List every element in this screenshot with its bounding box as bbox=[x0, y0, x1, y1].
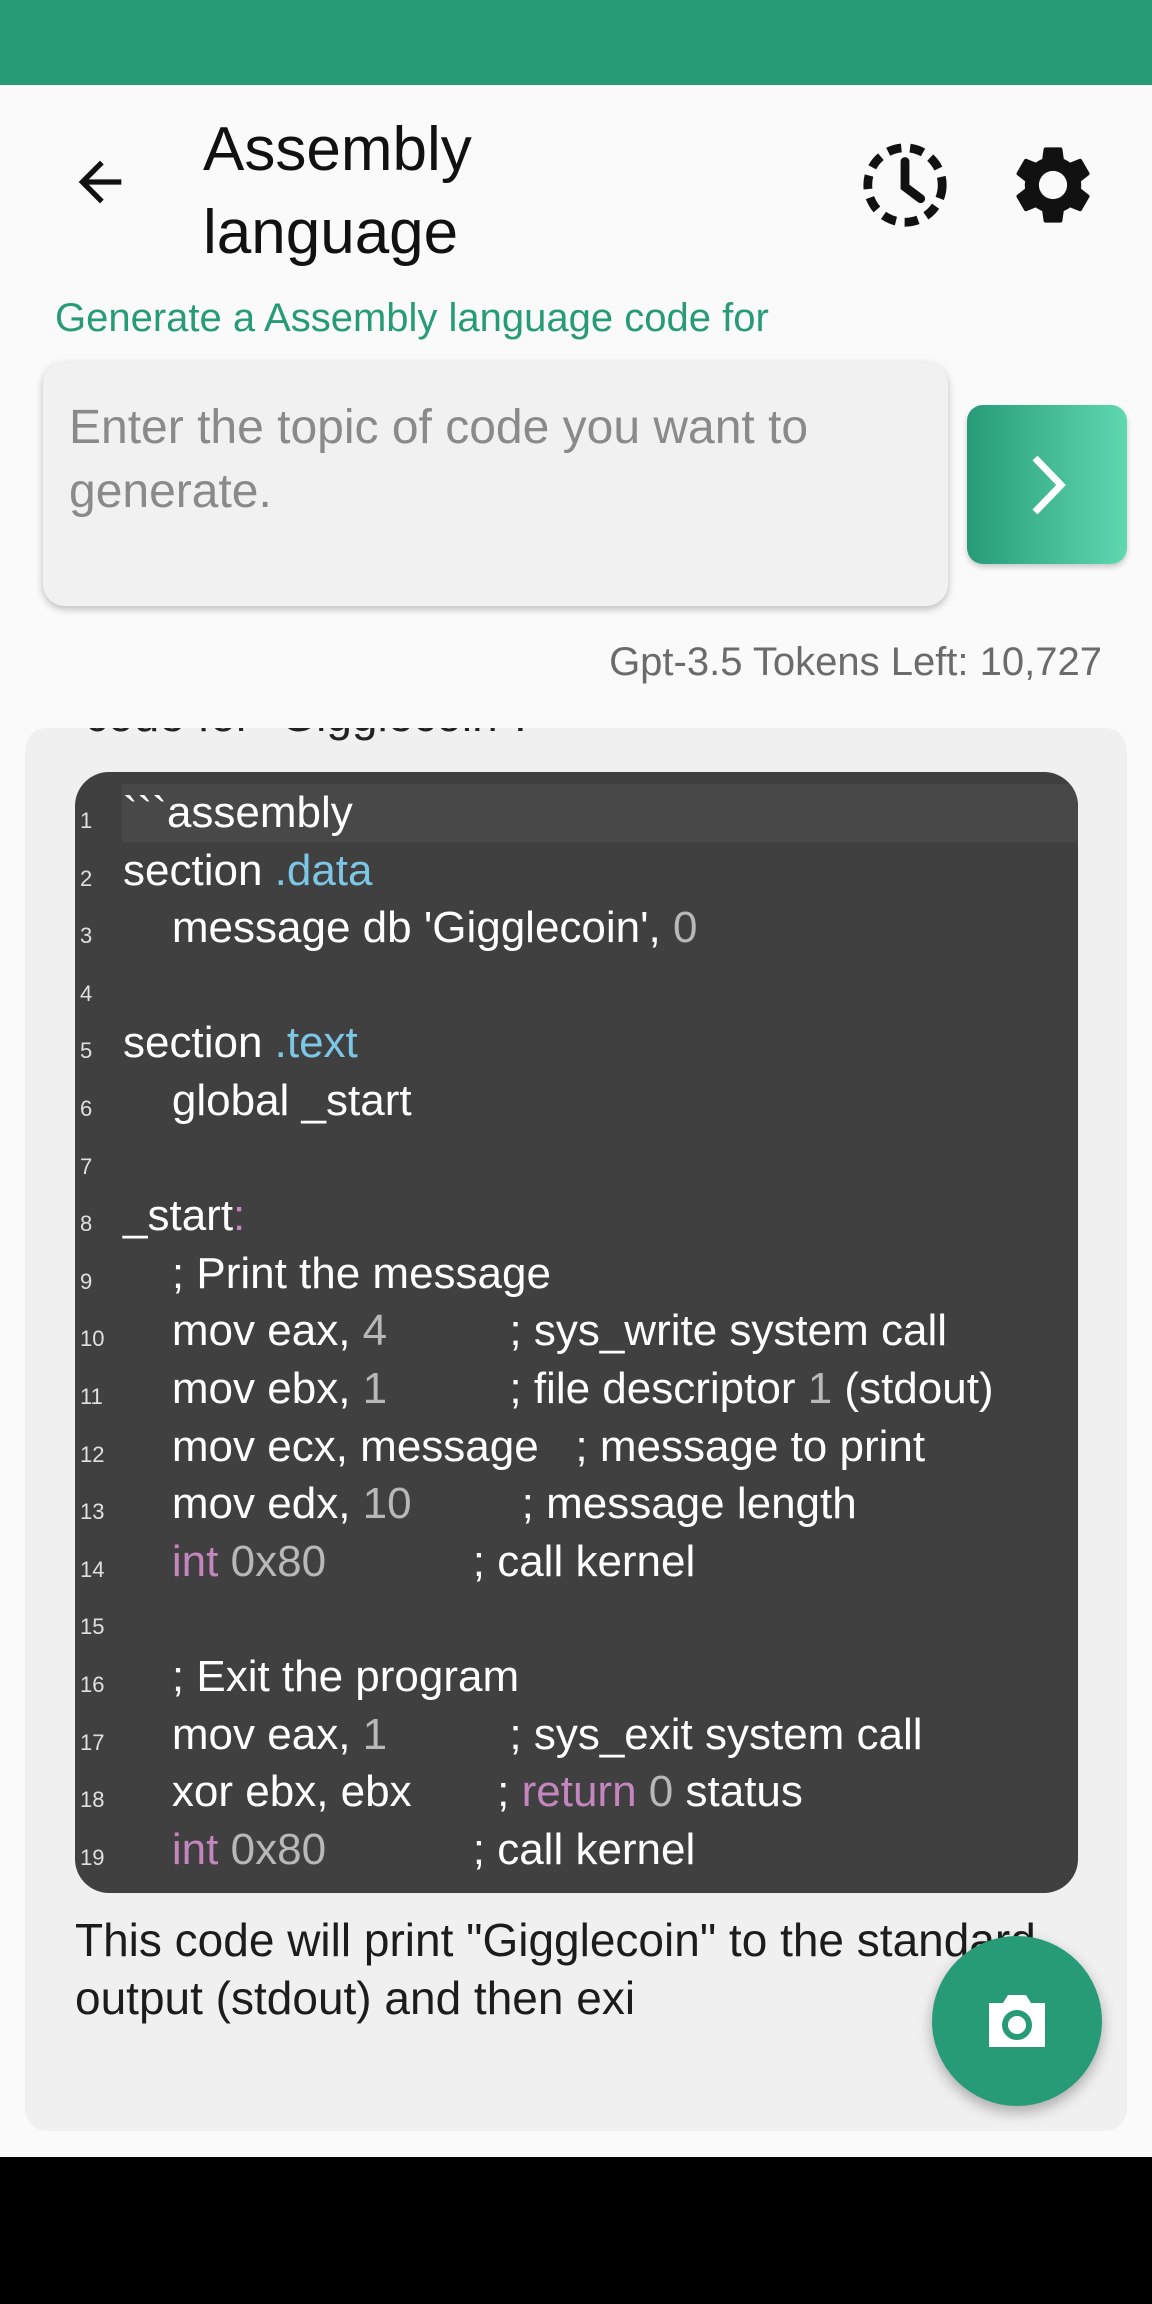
camera-icon bbox=[989, 1995, 1045, 2047]
screenshot-button[interactable] bbox=[932, 1936, 1102, 2106]
code-token: : bbox=[233, 1191, 246, 1241]
code-token: 1 bbox=[362, 1363, 388, 1413]
status-bar bbox=[0, 0, 1152, 85]
code-line: 1 1 mov ebx, 1 ; file descriptor 1 (stdou… bbox=[75, 1360, 1078, 1418]
code-token: 0 bbox=[672, 903, 698, 953]
code-token: ; call kernel bbox=[326, 1536, 696, 1586]
page-title: Assembly language bbox=[203, 115, 472, 267]
code-line: 17 mov eax, 1 ; sys_exit system call bbox=[75, 1706, 1078, 1764]
response-card: code for "Gigglecoin": 1```assembly2sect… bbox=[25, 728, 1127, 2131]
code-token: 0 bbox=[648, 1767, 674, 1817]
code-text: section .text bbox=[123, 1014, 358, 1072]
send-button[interactable] bbox=[967, 405, 1127, 564]
code-text: _start: bbox=[123, 1187, 245, 1245]
code-token: ; sys_write system call bbox=[387, 1306, 948, 1356]
arrow-left-icon bbox=[78, 160, 122, 204]
code-token: section bbox=[123, 1018, 275, 1068]
code-token: .text bbox=[274, 1018, 358, 1068]
code-token: ; Print the message bbox=[123, 1248, 551, 1298]
code-token: section bbox=[123, 845, 275, 895]
line-number: 19 bbox=[80, 1844, 105, 1870]
code-token: mov eax, bbox=[123, 1709, 363, 1759]
code-text: ```assembly bbox=[123, 784, 353, 842]
code-token: .data bbox=[274, 845, 373, 895]
code-text: int 0x80 ; call kernel bbox=[123, 1533, 695, 1591]
code-text: mov ebx, 1 ; file descriptor 1 (stdout) bbox=[123, 1360, 994, 1418]
code-line: 7 bbox=[75, 1130, 1078, 1188]
code-token: ; Exit the program bbox=[123, 1651, 520, 1701]
code-token: int bbox=[171, 1824, 219, 1874]
code-token: mov ecx, message ; message to print bbox=[123, 1421, 926, 1471]
back-button[interactable] bbox=[68, 150, 132, 214]
code-line: 14 int 0x80 ; call kernel bbox=[75, 1533, 1078, 1591]
topic-input[interactable]: Enter the topic of code you want to gene… bbox=[43, 362, 948, 606]
code-token: 10 bbox=[362, 1479, 412, 1529]
code-token: ; file descriptor bbox=[387, 1363, 808, 1413]
code-text: mov eax, 4 ; sys_write system call bbox=[123, 1302, 947, 1360]
code-token: int bbox=[171, 1536, 219, 1586]
navigation-bar bbox=[0, 2157, 1152, 2304]
settings-button[interactable] bbox=[1006, 138, 1100, 232]
code-line: 10 mov eax, 4 ; sys_write system call bbox=[75, 1302, 1078, 1360]
code-text: section .data bbox=[123, 842, 373, 900]
code-token: xor ebx, ebx ; bbox=[123, 1767, 522, 1817]
code-token: (stdout) bbox=[832, 1363, 994, 1413]
code-line: 6 global _start bbox=[75, 1072, 1078, 1130]
code-token: global _start bbox=[123, 1075, 412, 1125]
history-button[interactable] bbox=[858, 138, 952, 232]
code-text: global _start bbox=[123, 1072, 412, 1130]
code-token: status bbox=[673, 1767, 803, 1817]
gear-icon bbox=[1016, 147, 1090, 223]
code-token: ; call kernel bbox=[326, 1824, 696, 1874]
code-line: 3 message db 'Gigglecoin', 0 bbox=[75, 899, 1078, 957]
code-token: message db 'Gigglecoin', bbox=[123, 903, 673, 953]
code-line: 13 mov edx, 10 ; message length bbox=[75, 1475, 1078, 1533]
code-line: 9 ; Print the message bbox=[75, 1245, 1078, 1303]
code-line: 8 _start: bbox=[75, 1187, 1078, 1245]
code-token: 0x80 bbox=[230, 1824, 327, 1874]
code-token: ; sys_exit system call bbox=[387, 1709, 923, 1759]
code-line: 5 section .text bbox=[75, 1014, 1078, 1072]
code-text: mov eax, 1 ; sys_exit system call bbox=[123, 1706, 923, 1764]
code-line: 16 ; Exit the program bbox=[75, 1648, 1078, 1706]
code-token: 0x80 bbox=[230, 1536, 327, 1586]
code-text: xor ebx, ebx ; return 0 status bbox=[123, 1763, 803, 1821]
code-token: mov edx, bbox=[123, 1479, 363, 1529]
code-token: mov eax, bbox=[123, 1306, 363, 1356]
code-line: 12 mov ecx, message ; message to print bbox=[75, 1418, 1078, 1476]
history-icon bbox=[863, 143, 947, 227]
code-token: return bbox=[521, 1767, 637, 1817]
code-token: 1 bbox=[807, 1363, 833, 1413]
code-block: 1 ```assembly 2 section .data 3 message db '… bbox=[75, 772, 1078, 1893]
code-text: int 0x80 ; call kernel bbox=[123, 1821, 695, 1879]
code-line: 19 int 0x80 ; call kernel bbox=[75, 1821, 1078, 1879]
code-token: 1 bbox=[362, 1709, 388, 1759]
response-intro: code for "Gigglecoin": bbox=[85, 728, 527, 742]
code-text: ; Exit the program bbox=[123, 1648, 519, 1706]
code-token: _start bbox=[123, 1191, 234, 1241]
response-outro: This code will print "Gigglecoin" to the… bbox=[75, 1914, 1036, 2024]
code-text: mov edx, 10 ; message length bbox=[123, 1475, 857, 1533]
code-token: ```assembly bbox=[123, 788, 353, 837]
code-text: mov ecx, message ; message to print bbox=[123, 1418, 925, 1476]
tokens-left: Gpt-3.5 Tokens Left: 10,727 bbox=[609, 640, 1102, 684]
code-text: ; Print the message bbox=[123, 1245, 551, 1303]
code-token: 4 bbox=[362, 1306, 388, 1356]
code-line: 15 bbox=[75, 1590, 1078, 1648]
code-line: 1 ```assembly bbox=[80, 784, 1078, 842]
code-line: 18 xor ebx, ebx ; return 0 status bbox=[75, 1763, 1078, 1821]
code-token: mov ebx, bbox=[123, 1363, 363, 1413]
prompt-label: Generate a Assembly language code for bbox=[55, 296, 769, 340]
code-line: 2 section .data bbox=[75, 842, 1078, 900]
chevron-right-icon bbox=[1032, 455, 1066, 515]
code-token: ; message length bbox=[411, 1479, 857, 1529]
code-line: 4 bbox=[75, 957, 1078, 1015]
code-text: message db 'Gigglecoin', 0 bbox=[123, 899, 698, 957]
